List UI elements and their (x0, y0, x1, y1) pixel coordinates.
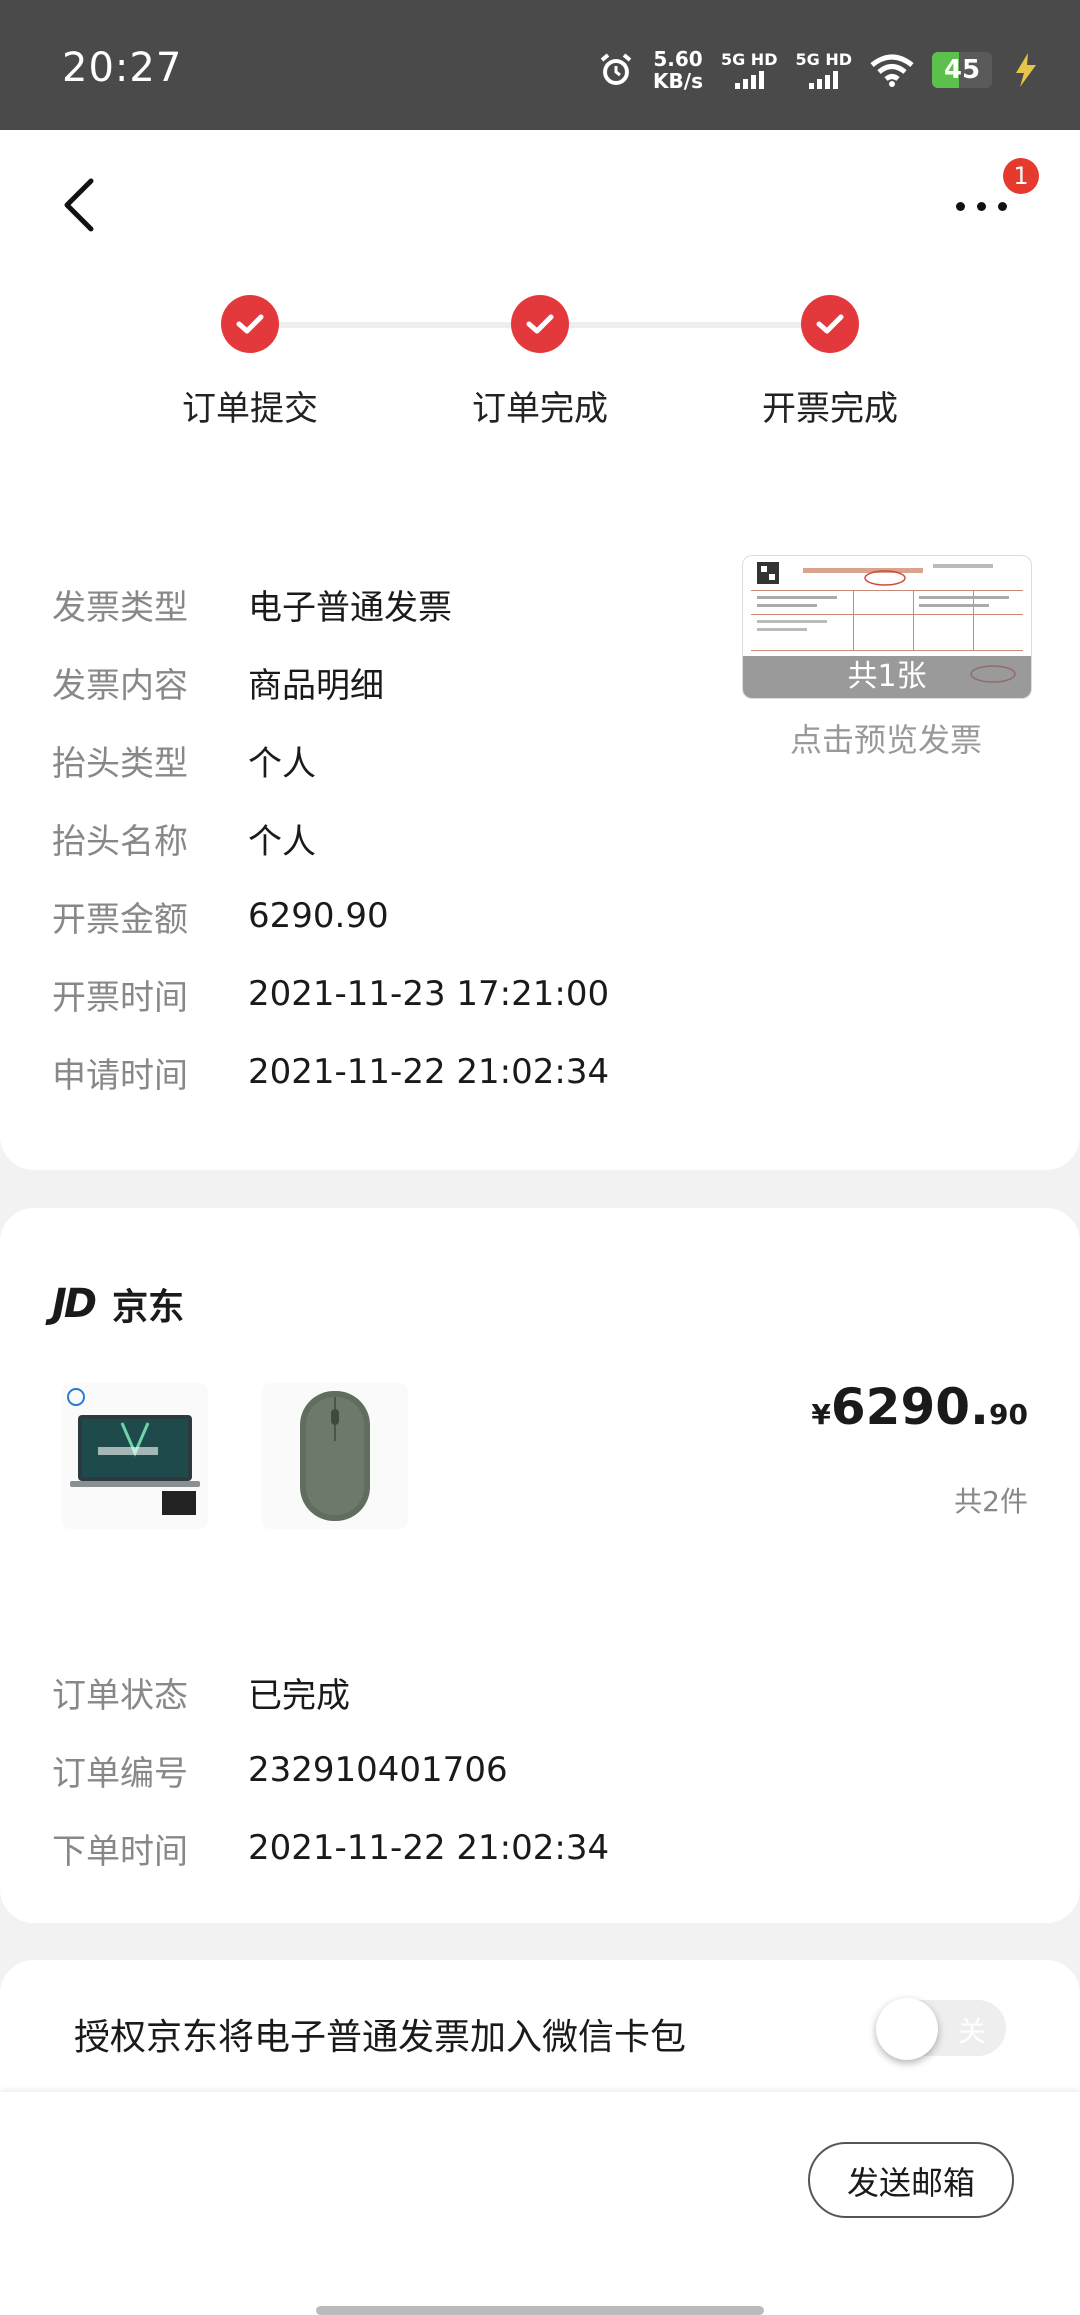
order-card: JD 京东 ¥6290.90 共2件 订单状态 已完成 订单编号 232910401… (0, 1208, 1080, 1923)
home-indicator[interactable] (316, 2306, 764, 2315)
bottom-action-bar: 发送邮箱 (0, 2092, 1080, 2315)
notification-badge: 1 (1003, 158, 1039, 194)
network-speed: 5.60 KB/s (653, 47, 703, 93)
preview-hint[interactable]: 点击预览发票 (742, 715, 1030, 761)
wechat-auth-label: 授权京东将电子普通发票加入微信卡包 (74, 2017, 687, 2058)
order-status-row: 订单状态 已完成 (52, 1675, 350, 1716)
order-number-row: 订单编号 232910401706 (52, 1750, 508, 1794)
apply-time-row: 申请时间 2021-11-22 21:02:34 (52, 1052, 610, 1096)
wechat-auth-toggle[interactable]: 关 (876, 1998, 1006, 2060)
back-arrow-icon[interactable] (55, 175, 105, 235)
step-order-submitted: 订单提交 (140, 295, 360, 430)
sim2-signal-icon: 5G HD (795, 51, 852, 89)
jd-logo-icon: JD (52, 1281, 97, 1327)
preview-count: 共1张 (743, 656, 1031, 698)
more-icon (956, 202, 1007, 211)
battery-icon: 45 (932, 52, 992, 88)
invoice-type-row: 发票类型 电子普通发票 (52, 587, 452, 628)
send-email-button[interactable]: 发送邮箱 (808, 2142, 1014, 2218)
invoice-amount-row: 开票金额 6290.90 (52, 896, 389, 940)
invoice-details: 发票类型 电子普通发票 发票内容 商品明细 抬头类型 个人 抬头名称 个人 开票金额 62… (52, 565, 609, 1111)
shop-header[interactable]: JD 京东 (52, 1278, 184, 1330)
order-details: 订单状态 已完成 订单编号 232910401706 下单时间 2021-11-22 … (52, 1653, 609, 1887)
status-bar: 20:27 5.60 KB/s 5G HD 5G HD 45 (0, 0, 1080, 130)
status-icons: 5.60 KB/s 5G HD 5G HD 45 (597, 48, 1040, 92)
alarm-icon (600, 53, 632, 85)
check-icon (221, 295, 279, 353)
invoice-time-row: 开票时间 2021-11-23 17:21:00 (52, 974, 610, 1018)
step-order-completed: 订单完成 (430, 295, 650, 430)
toggle-knob (876, 1998, 938, 2060)
wifi-icon (870, 54, 914, 87)
invoice-preview[interactable]: 共1张 点击预览发票 (742, 555, 1032, 761)
order-time-row: 下单时间 2021-11-22 21:02:34 (52, 1828, 610, 1872)
invoice-content-row: 发票内容 商品明细 (52, 665, 384, 706)
sim1-signal-icon: 5G HD (721, 51, 777, 89)
product-laptop-image[interactable] (62, 1383, 208, 1529)
check-icon (801, 295, 859, 353)
invoice-thumbnail[interactable]: 共1张 (742, 555, 1032, 699)
charging-icon (1016, 53, 1036, 87)
order-price: ¥6290.90 共2件 (811, 1378, 1028, 1520)
title-type-row: 抬头类型 个人 (52, 743, 316, 784)
progress-steps: 订单提交 订单完成 开票完成 (0, 295, 1080, 445)
product-mouse-image[interactable] (262, 1383, 408, 1529)
title-name-row: 抬头名称 个人 (52, 821, 316, 862)
shop-name: 京东 (112, 1287, 185, 1328)
check-icon (511, 295, 569, 353)
item-count: 共2件 (954, 1485, 1028, 1518)
status-time: 20:27 (62, 45, 183, 91)
step-invoice-completed: 开票完成 (720, 295, 940, 430)
price-amount: ¥6290.90 (811, 1378, 1028, 1436)
